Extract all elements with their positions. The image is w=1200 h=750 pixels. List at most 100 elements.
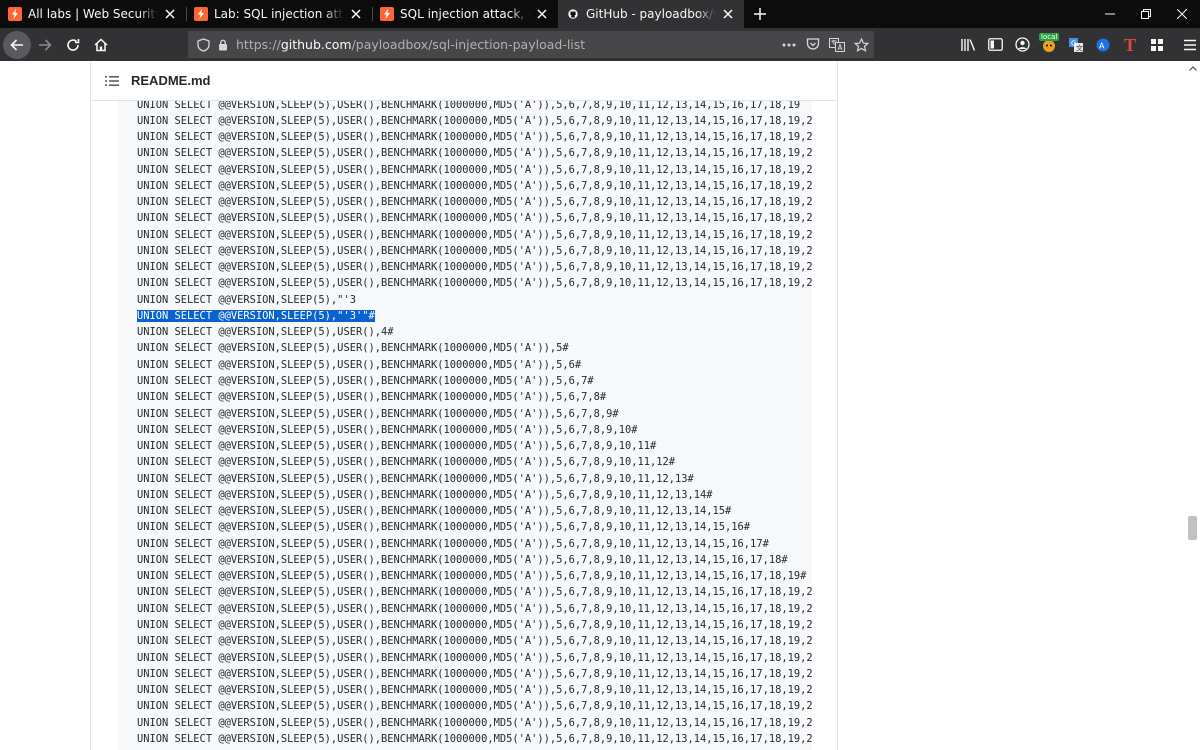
reload-button[interactable]: [59, 31, 87, 59]
page-actions-button[interactable]: [778, 34, 800, 56]
code-line: UNION SELECT @@VERSION,SLEEP(5),USER(),B…: [137, 666, 812, 682]
code-line: UNION SELECT @@VERSION,SLEEP(5),USER(),B…: [137, 101, 812, 113]
grid-icon: [1151, 38, 1163, 51]
code-line-text: UNION SELECT @@VERSION,SLEEP(5),"'3: [137, 293, 356, 306]
code-line: UNION SELECT @@VERSION,SLEEP(5),USER(),B…: [137, 487, 812, 503]
extensions-grid-button[interactable]: [1144, 32, 1170, 58]
url-text[interactable]: https://github.com/payloadbox/sql-inject…: [236, 37, 585, 52]
pocket-button[interactable]: [802, 34, 824, 56]
tab-title: Lab: SQL injection attack, querying: [214, 7, 344, 21]
code-line-text: UNION SELECT @@VERSION,SLEEP(5),USER(),B…: [137, 244, 812, 257]
code-line: UNION SELECT @@VERSION,SLEEP(5),USER(),B…: [137, 731, 812, 747]
code-line: UNION SELECT @@VERSION,SLEEP(5),USER(),B…: [137, 552, 812, 568]
close-icon[interactable]: [534, 6, 550, 22]
code-line: UNION SELECT @@VERSION,SLEEP(5),USER(),B…: [137, 536, 812, 552]
portswigger-icon: [380, 7, 394, 21]
minimize-icon: [1105, 13, 1115, 15]
code-line: UNION SELECT @@VERSION,SLEEP(5),USER(),B…: [137, 406, 812, 422]
code-line-text: UNION SELECT @@VERSION,SLEEP(5),USER(),B…: [137, 700, 812, 713]
minimize-button[interactable]: [1092, 0, 1128, 28]
code-line-text: UNION SELECT @@VERSION,SLEEP(5),USER(),4…: [137, 326, 394, 339]
close-icon: [1177, 9, 1187, 19]
library-icon: [961, 38, 976, 51]
code-line-text: UNION SELECT @@VERSION,SLEEP(5),"'3'"#: [137, 309, 375, 322]
code-line: UNION SELECT @@VERSION,SLEEP(5),USER(),B…: [137, 275, 812, 291]
code-line-text: UNION SELECT @@VERSION,SLEEP(5),USER(),B…: [137, 716, 812, 729]
close-icon[interactable]: [162, 6, 178, 22]
code-line: UNION SELECT @@VERSION,SLEEP(5),USER(),B…: [137, 227, 812, 243]
lock-icon[interactable]: [216, 34, 230, 56]
translate-icon: [829, 37, 845, 52]
code-line: UNION SELECT @@VERSION,SLEEP(5),USER(),B…: [137, 519, 812, 535]
translate-page-button[interactable]: [826, 34, 848, 56]
extension-language-button[interactable]: A: [1090, 32, 1116, 58]
code-line-text: UNION SELECT @@VERSION,SLEEP(5),USER(),B…: [137, 375, 594, 388]
translate-extension-icon: G文: [1069, 37, 1083, 52]
tab-lab-sql-injection[interactable]: Lab: SQL injection attack, querying: [186, 0, 372, 28]
menu-button[interactable]: [1177, 32, 1200, 58]
code-line-text: UNION SELECT @@VERSION,SLEEP(5),USER(),B…: [137, 163, 812, 176]
code-line: UNION SELECT @@VERSION,SLEEP(5),USER(),B…: [137, 503, 812, 519]
code-line-text: UNION SELECT @@VERSION,SLEEP(5),USER(),B…: [137, 570, 807, 583]
code-line: UNION SELECT @@VERSION,SLEEP(5),USER(),B…: [137, 422, 812, 438]
code-line-text: UNION SELECT @@VERSION,SLEEP(5),USER(),B…: [137, 391, 607, 404]
code-line-text: UNION SELECT @@VERSION,SLEEP(5),USER(),B…: [137, 553, 788, 566]
code-line-text: UNION SELECT @@VERSION,SLEEP(5),USER(),B…: [137, 619, 812, 631]
scrollbar-thumb[interactable]: [1188, 516, 1197, 540]
tab-title: All labs | Web Security Academy: [28, 7, 158, 21]
page-scrollbar[interactable]: [1185, 61, 1200, 750]
account-button[interactable]: [1009, 32, 1035, 58]
back-button[interactable]: [3, 30, 31, 59]
code-line: UNION SELECT @@VERSION,SLEEP(5),USER(),B…: [137, 194, 812, 210]
code-line-text: UNION SELECT @@VERSION,SLEEP(5),USER(),B…: [137, 228, 812, 241]
tracking-protection-icon[interactable]: [192, 34, 214, 56]
code-line-text: UNION SELECT @@VERSION,SLEEP(5),USER(),B…: [137, 586, 812, 599]
sidebar-button[interactable]: [982, 32, 1008, 58]
tab-sql-injection-querying[interactable]: SQL injection attack, querying the: [372, 0, 558, 28]
home-icon: [94, 37, 108, 51]
code-line: UNION SELECT @@VERSION,SLEEP(5),USER(),B…: [137, 617, 812, 633]
reload-icon: [67, 38, 80, 51]
arrow-left-icon: [10, 38, 23, 51]
readme-container: README.md UNION SELECT @@VERSION,SLEEP(5…: [90, 61, 838, 750]
hamburger-menu-icon: [1184, 39, 1196, 50]
extension-translate-button[interactable]: G文: [1063, 32, 1089, 58]
home-button[interactable]: [87, 31, 115, 59]
selected-code-line: UNION SELECT @@VERSION,SLEEP(5),"'3'"#: [137, 308, 812, 324]
close-icon[interactable]: [348, 6, 364, 22]
code-line-text: UNION SELECT @@VERSION,SLEEP(5),USER(),B…: [137, 440, 657, 453]
table-of-contents-icon[interactable]: [104, 73, 120, 89]
code-line-text: UNION SELECT @@VERSION,SLEEP(5),USER(),B…: [137, 472, 694, 485]
forward-button[interactable]: [31, 31, 59, 59]
bookmark-star-button[interactable]: [850, 34, 872, 56]
plus-icon: [754, 8, 766, 20]
tab-all-labs[interactable]: All labs | Web Security Academy: [0, 0, 186, 28]
code-line-text: UNION SELECT @@VERSION,SLEEP(5),USER(),B…: [137, 456, 675, 469]
url-bar-actions: [778, 34, 874, 56]
navigation-toolbar: https://github.com/payloadbox/sql-inject…: [0, 28, 1200, 61]
url-bar[interactable]: https://github.com/payloadbox/sql-inject…: [188, 31, 874, 58]
code-line-text: UNION SELECT @@VERSION,SLEEP(5),USER(),B…: [137, 179, 812, 192]
portswigger-icon: [8, 7, 22, 21]
extension-local-button[interactable]: local: [1036, 32, 1062, 58]
code-line: UNION SELECT @@VERSION,SLEEP(5),USER(),B…: [137, 389, 812, 405]
github-icon: [566, 7, 580, 21]
extension-t-button[interactable]: T: [1117, 32, 1143, 58]
close-icon[interactable]: [720, 6, 736, 22]
code-block[interactable]: UNION SELECT @@VERSION,SLEEP(5),USER(),B…: [118, 101, 812, 750]
code-line-text: UNION SELECT @@VERSION,SLEEP(5),USER(),B…: [137, 602, 812, 615]
code-line-text: UNION SELECT @@VERSION,SLEEP(5),USER(),B…: [137, 635, 812, 648]
svg-text:A: A: [1099, 41, 1105, 50]
tab-github-payloadbox[interactable]: GitHub - payloadbox/sql-injection: [558, 0, 744, 28]
code-line-text: UNION SELECT @@VERSION,SLEEP(5),USER(),B…: [137, 651, 812, 664]
tab-title: GitHub - payloadbox/sql-injection: [586, 7, 716, 21]
code-line-text: UNION SELECT @@VERSION,SLEEP(5),USER(),B…: [137, 667, 812, 680]
readme-title[interactable]: README.md: [131, 73, 210, 88]
code-line-text: UNION SELECT @@VERSION,SLEEP(5),USER(),B…: [137, 423, 638, 436]
scroll-up-arrow[interactable]: [1185, 61, 1200, 76]
restore-button[interactable]: [1128, 0, 1164, 28]
code-line: UNION SELECT @@VERSION,SLEEP(5),USER(),B…: [137, 357, 812, 373]
close-window-button[interactable]: [1164, 0, 1200, 28]
new-tab-button[interactable]: [746, 0, 774, 28]
library-button[interactable]: [955, 32, 981, 58]
